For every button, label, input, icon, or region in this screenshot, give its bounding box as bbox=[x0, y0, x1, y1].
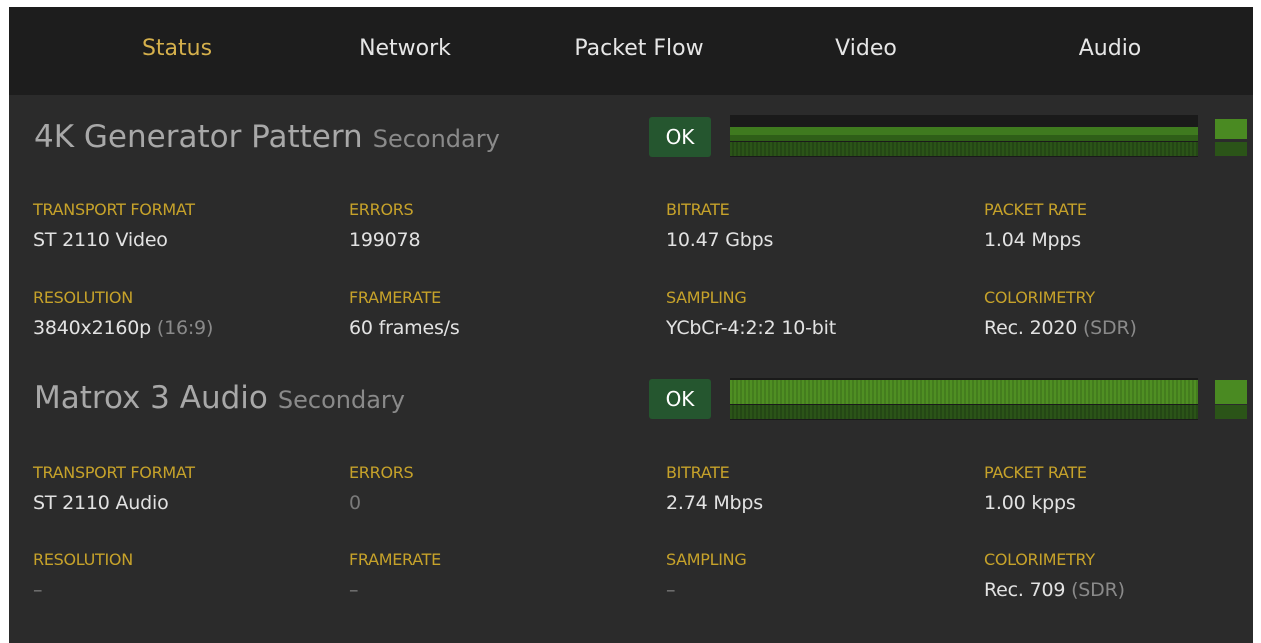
transport-format-value: ST 2110 Video bbox=[33, 229, 168, 251]
bitrate-meter bbox=[730, 378, 1198, 420]
dynamic-range: (SDR) bbox=[1071, 579, 1125, 601]
meter-bar-top bbox=[730, 380, 1198, 404]
stream-title: Matrox 3 Audio Secondary bbox=[34, 380, 405, 416]
tab-packet-flow[interactable]: Packet Flow bbox=[549, 7, 729, 95]
bitrate-meter bbox=[730, 115, 1198, 157]
stream-role: Secondary bbox=[372, 125, 500, 153]
stream-title: 4K Generator Pattern Secondary bbox=[34, 119, 500, 155]
transport-format-label: TRANSPORT FORMAT bbox=[33, 200, 195, 219]
stream-name: 4K Generator Pattern bbox=[34, 119, 363, 155]
transport-format-value: ST 2110 Audio bbox=[33, 492, 169, 514]
bitrate-label: BITRATE bbox=[666, 200, 730, 219]
dynamic-range: (SDR) bbox=[1082, 317, 1137, 339]
meter-peak bbox=[1215, 115, 1247, 157]
errors-value: 199078 bbox=[349, 229, 421, 251]
colorimetry-label: COLORIMETRY bbox=[984, 550, 1095, 569]
colorimetry-value: Rec. 709 (SDR) bbox=[984, 579, 1125, 601]
bitrate-value: 10.47 Gbps bbox=[666, 229, 774, 251]
resolution-value: – bbox=[33, 579, 43, 601]
framerate-value: 60 frames/s bbox=[349, 317, 460, 339]
packet-rate-value: 1.04 Mpps bbox=[984, 229, 1081, 251]
meter-peak-bottom bbox=[1215, 142, 1247, 156]
framerate-value: – bbox=[349, 579, 359, 601]
meter-bar-top bbox=[730, 127, 1198, 135]
stream-role: Secondary bbox=[277, 386, 405, 414]
tab-video[interactable]: Video bbox=[811, 7, 921, 95]
errors-value: 0 bbox=[349, 492, 361, 514]
tab-network[interactable]: Network bbox=[335, 7, 475, 95]
errors-label: ERRORS bbox=[349, 200, 414, 219]
stream-name: Matrox 3 Audio bbox=[34, 380, 268, 416]
meter-bar-mid bbox=[730, 135, 1198, 141]
status-badge: OK bbox=[649, 117, 711, 157]
bitrate-label: BITRATE bbox=[666, 463, 730, 482]
bitrate-value: 2.74 Mbps bbox=[666, 492, 763, 514]
meter-peak-top bbox=[1215, 119, 1247, 139]
sampling-label: SAMPLING bbox=[666, 550, 747, 569]
meter-bar-bottom bbox=[730, 142, 1198, 156]
sampling-value: YCbCr-4:2:2 10-bit bbox=[666, 317, 836, 339]
tab-audio[interactable]: Audio bbox=[1055, 7, 1165, 95]
transport-format-label: TRANSPORT FORMAT bbox=[33, 463, 195, 482]
sampling-value: – bbox=[666, 579, 676, 601]
meter-bar-bottom bbox=[730, 405, 1198, 419]
colorimetry-main: Rec. 709 bbox=[984, 579, 1066, 601]
status-badge: OK bbox=[649, 379, 711, 419]
meter-peak bbox=[1215, 378, 1247, 420]
resolution-label: RESOLUTION bbox=[33, 550, 133, 569]
meter-peak-bottom bbox=[1215, 405, 1247, 419]
tab-bar: Status Network Packet Flow Video Audio bbox=[9, 7, 1253, 95]
colorimetry-main: Rec. 2020 bbox=[984, 317, 1078, 339]
resolution-label: RESOLUTION bbox=[33, 288, 133, 307]
meter-peak-top bbox=[1215, 380, 1247, 404]
errors-label: ERRORS bbox=[349, 463, 414, 482]
framerate-label: FRAMERATE bbox=[349, 550, 441, 569]
sampling-label: SAMPLING bbox=[666, 288, 747, 307]
packet-rate-value: 1.00 kpps bbox=[984, 492, 1076, 514]
resolution-value: 3840x2160p (16:9) bbox=[33, 317, 213, 339]
resolution-main: 3840x2160p bbox=[33, 317, 152, 339]
aspect-ratio: (16:9) bbox=[156, 317, 214, 339]
colorimetry-label: COLORIMETRY bbox=[984, 288, 1095, 307]
packet-rate-label: PACKET RATE bbox=[984, 463, 1087, 482]
colorimetry-value: Rec. 2020 (SDR) bbox=[984, 317, 1137, 339]
framerate-label: FRAMERATE bbox=[349, 288, 441, 307]
tab-status[interactable]: Status bbox=[117, 7, 237, 95]
stream-monitor-panel: Status Network Packet Flow Video Audio 4… bbox=[9, 7, 1253, 643]
packet-rate-label: PACKET RATE bbox=[984, 200, 1087, 219]
